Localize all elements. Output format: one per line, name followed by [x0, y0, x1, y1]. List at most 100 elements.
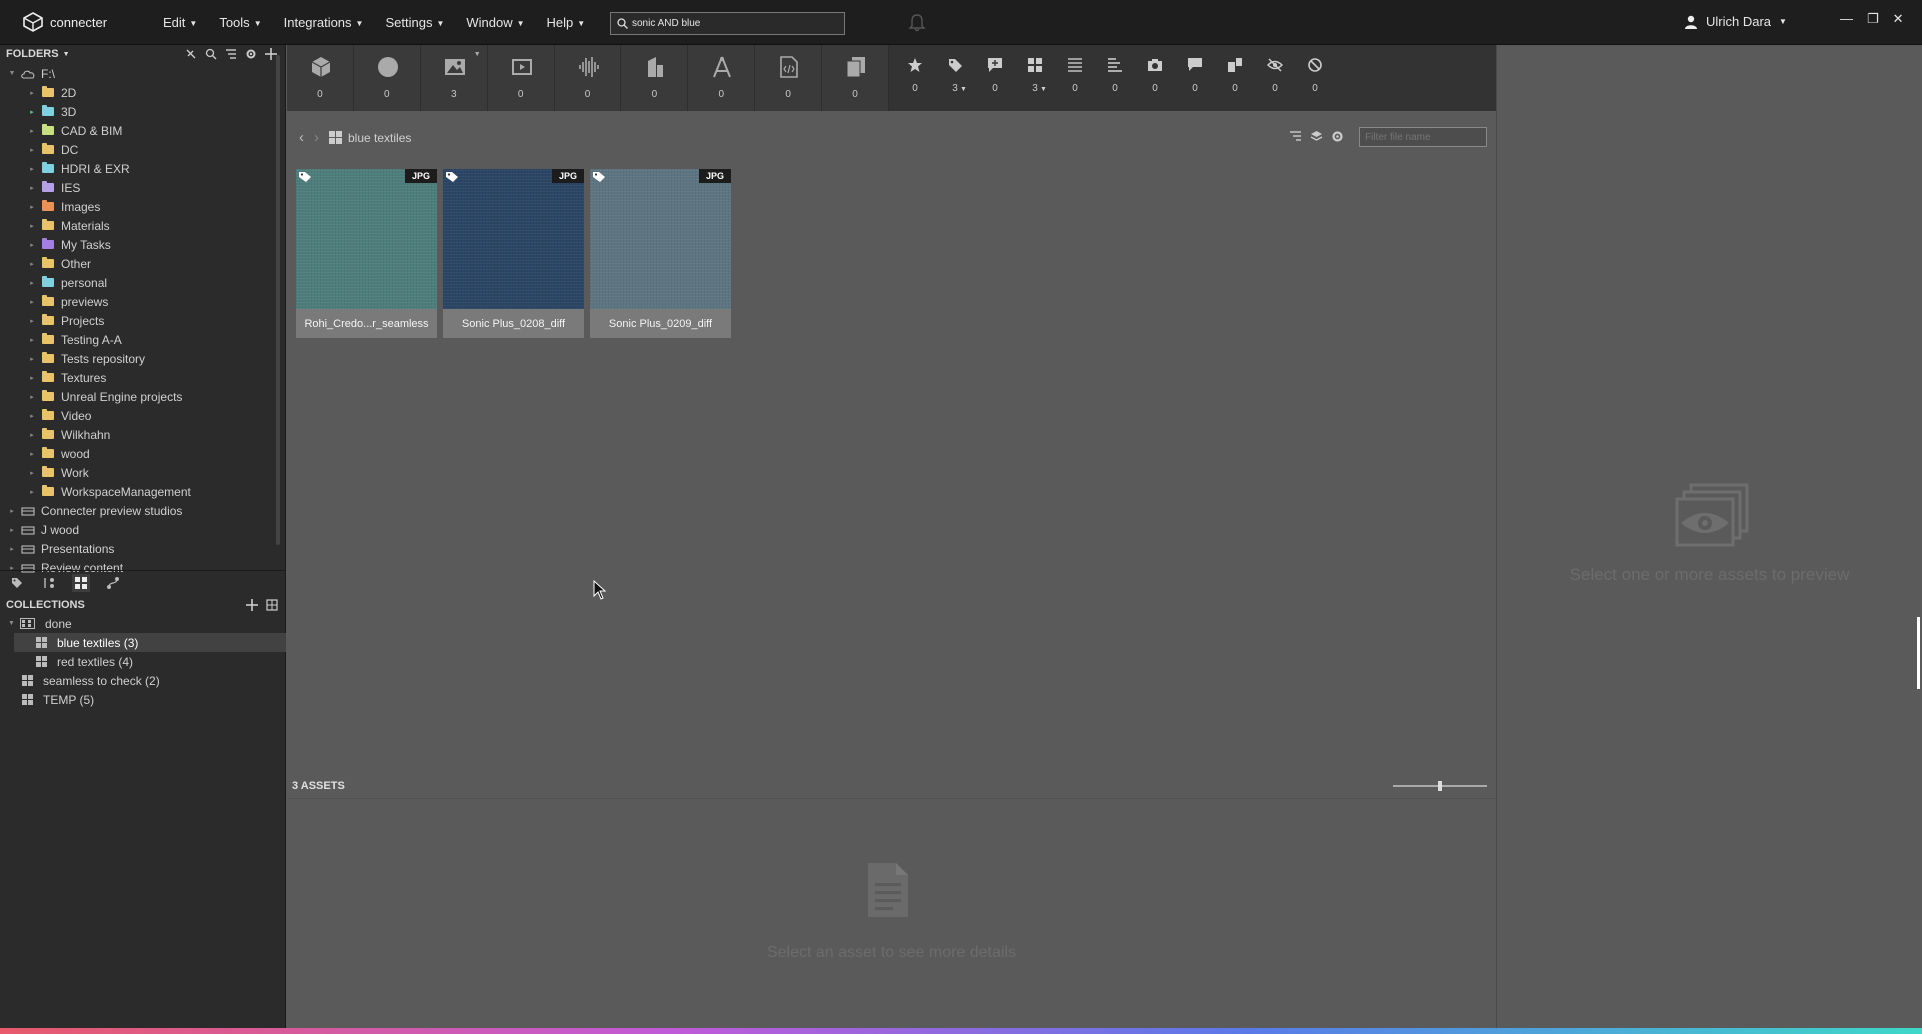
menu-integrations[interactable]: Integrations ▼ [284, 15, 364, 30]
add-collection-icon[interactable] [266, 599, 278, 611]
folder-item[interactable]: ▸ Tests repository [26, 349, 145, 368]
expand-arrow-icon[interactable]: ▸ [26, 469, 38, 477]
expand-arrow-icon[interactable]: ▸ [26, 431, 38, 439]
expand-arrow-icon[interactable]: ▸ [26, 89, 38, 97]
type-filter-sphere[interactable]: 0 [354, 45, 421, 111]
restore-button[interactable]: ❐ [1867, 11, 1879, 27]
notifications-bell[interactable] [907, 13, 927, 36]
tab-collections[interactable] [72, 573, 90, 592]
thumbnail-zoom-slider[interactable] [1393, 781, 1487, 791]
meta-filter-align[interactable]: 0 [1096, 45, 1134, 111]
expand-arrow-icon[interactable]: ▸ [26, 393, 38, 401]
tab-workflow[interactable] [104, 574, 122, 592]
folder-item[interactable]: ▸ Video [26, 406, 91, 425]
folder-item[interactable]: ▸ Testing A-A [26, 330, 121, 349]
folder-item[interactable]: ▸ DC [26, 140, 78, 159]
folder-item[interactable]: ▸ 2D [26, 83, 76, 102]
folder-item[interactable]: ▸ IES [26, 178, 80, 197]
search-icon[interactable] [205, 48, 217, 60]
folder-item[interactable]: ▸ Projects [26, 311, 104, 330]
expand-arrow-icon[interactable]: ▸ [6, 545, 18, 553]
minimize-button[interactable]: — [1840, 11, 1853, 27]
type-filter-drafting[interactable]: 0 [688, 45, 756, 111]
zoom-slider-handle[interactable] [1438, 781, 1442, 791]
menu-window[interactable]: Window ▼ [466, 15, 524, 30]
chevron-down-icon[interactable]: ▼ [1040, 86, 1047, 93]
pick-icon[interactable] [185, 48, 197, 60]
meta-filter-star[interactable]: 0 [896, 45, 934, 111]
tag-icon[interactable] [592, 171, 606, 183]
folder-tree-scrollbar[interactable] [276, 55, 280, 545]
tab-tags[interactable] [8, 574, 26, 592]
meta-filter-chat[interactable]: 0 [1176, 45, 1214, 111]
type-filter-documents[interactable]: 0 [822, 45, 890, 111]
location-item[interactable]: ▸ J wood [6, 520, 79, 539]
expand-arrow-icon[interactable]: ▸ [26, 127, 38, 135]
folder-item[interactable]: ▸ 3D [26, 102, 76, 121]
preview-scrollbar[interactable] [1917, 617, 1920, 689]
meta-filter-tag[interactable]: 3 ▼ [936, 45, 974, 111]
breadcrumb-current[interactable]: blue textiles [348, 131, 411, 145]
menu-tools[interactable]: Tools ▼ [219, 15, 261, 30]
folder-item[interactable]: ▸ WorkspaceManagement [26, 482, 191, 501]
user-menu[interactable]: Ulrich Dara ▼ [1684, 14, 1787, 29]
filter-file-name-input[interactable] [1359, 127, 1487, 147]
type-filter-audio[interactable]: 0 [555, 45, 622, 111]
folder-item[interactable]: ▸ wood [26, 444, 89, 463]
meta-filter-blocked[interactable]: 0 [1296, 45, 1334, 111]
expand-arrow-icon[interactable]: ▸ [26, 488, 38, 496]
gear-icon[interactable] [245, 48, 257, 60]
expand-arrow-icon[interactable]: ▼ [6, 70, 18, 77]
expand-arrow-icon[interactable]: ▸ [6, 507, 18, 515]
add-icon[interactable] [246, 599, 258, 611]
type-filter-code-file[interactable]: 0 [755, 45, 823, 111]
meta-filter-camera[interactable]: 0 [1136, 45, 1174, 111]
meta-filter-collection[interactable]: 3 ▼ [1016, 45, 1054, 111]
folder-item[interactable]: ▸ Work [26, 463, 89, 482]
asset-thumbnail[interactable]: JPG Rohi_Credo...r_seamless [296, 169, 437, 338]
search-input[interactable] [632, 18, 832, 29]
collection-seamless-to-check[interactable]: seamless to check (2) [0, 671, 286, 690]
close-button[interactable]: ✕ [1893, 11, 1904, 27]
expand-arrow-icon[interactable]: ▸ [26, 146, 38, 154]
type-filter-building[interactable]: 0 [621, 45, 689, 111]
expand-arrow-icon[interactable]: ▸ [6, 526, 18, 534]
expand-arrow-icon[interactable]: ▸ [26, 336, 38, 344]
type-filter-cube[interactable]: 0 [287, 45, 354, 111]
menu-edit[interactable]: Edit ▼ [163, 15, 197, 30]
forward-arrow-icon[interactable]: › [314, 129, 319, 146]
type-filter-image[interactable]: 3 ▼ [421, 45, 488, 111]
folder-item[interactable]: ▸ previews [26, 292, 108, 311]
global-search[interactable] [610, 12, 845, 35]
sort-icon[interactable] [1289, 130, 1302, 143]
expand-arrow-icon[interactable]: ▸ [26, 279, 38, 287]
folder-item[interactable]: ▸ personal [26, 273, 107, 292]
meta-filter-list[interactable]: 0 [1056, 45, 1094, 111]
meta-filter-comment-plus[interactable]: 0 [976, 45, 1014, 111]
menu-help[interactable]: Help ▼ [547, 15, 586, 30]
folder-item[interactable]: ▸ Wilkhahn [26, 425, 110, 444]
tab-hierarchy[interactable] [40, 574, 58, 592]
expand-arrow-icon[interactable]: ▸ [26, 374, 38, 382]
folder-item[interactable]: ▸ My Tasks [26, 235, 111, 254]
meta-filter-hidden[interactable]: 0 [1256, 45, 1294, 111]
collection-done[interactable]: ▼ done [0, 614, 286, 633]
tag-icon[interactable] [298, 171, 312, 183]
location-item[interactable]: ▸ Presentations [6, 539, 114, 558]
expand-arrow-icon[interactable]: ▸ [26, 260, 38, 268]
asset-image[interactable] [296, 169, 437, 309]
collection-temp[interactable]: TEMP (5) [0, 690, 286, 709]
folder-item[interactable]: ▸ Images [26, 197, 100, 216]
collection-red-textiles[interactable]: red textiles (4) [0, 652, 286, 671]
expand-arrow-icon[interactable]: ▸ [26, 108, 38, 116]
menu-settings[interactable]: Settings ▼ [385, 15, 444, 30]
expand-arrow-icon[interactable]: ▸ [26, 412, 38, 420]
tag-icon[interactable] [445, 171, 459, 183]
asset-thumbnail[interactable]: JPG Sonic Plus_0208_diff [443, 169, 584, 338]
folder-item[interactable]: ▸ HDRI & EXR [26, 159, 129, 178]
sort-icon[interactable] [225, 48, 237, 60]
expand-arrow-icon[interactable]: ▸ [26, 317, 38, 325]
back-arrow-icon[interactable]: ‹ [299, 129, 304, 146]
collection-blue-textiles[interactable]: blue textiles (3) [14, 633, 286, 652]
expand-arrow-icon[interactable]: ▸ [26, 203, 38, 211]
